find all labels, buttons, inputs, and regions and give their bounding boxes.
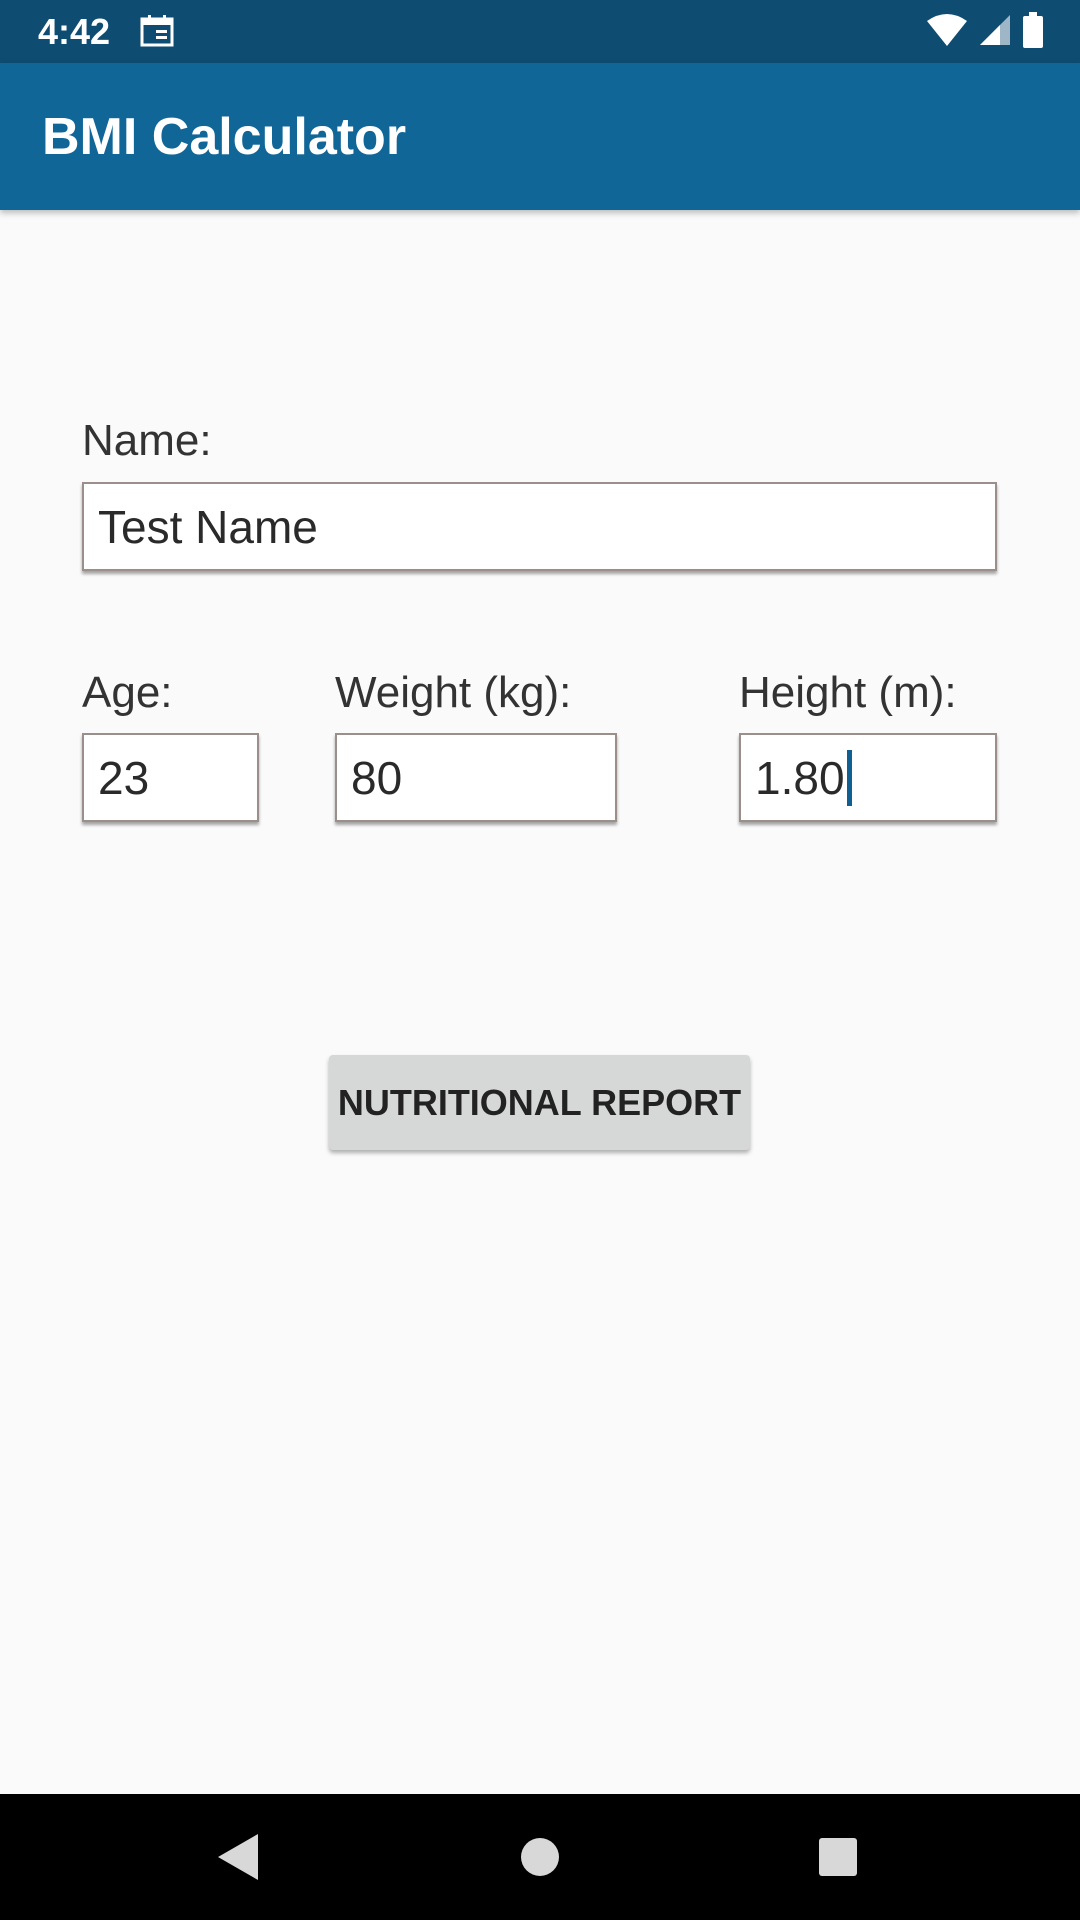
back-icon[interactable] [216, 1832, 260, 1887]
recents-icon[interactable] [818, 1832, 858, 1887]
nav-bar [0, 1794, 1080, 1920]
app-title: BMI Calculator [42, 108, 407, 166]
name-input-value: Test Name [98, 500, 318, 553]
home-icon[interactable] [520, 1832, 560, 1887]
weight-label: Weight (kg): [335, 668, 572, 717]
wifi-icon [926, 13, 968, 52]
signal-icon [978, 13, 1012, 52]
height-input[interactable]: 1.80 [739, 733, 997, 822]
height-label: Height (m): [739, 668, 957, 717]
age-input-value: 23 [98, 751, 150, 804]
nutritional-report-button[interactable]: NUTRITIONAL REPORT [329, 1055, 750, 1150]
height-input-value: 1.80 [755, 751, 845, 804]
app-bar: BMI Calculator [0, 63, 1080, 210]
battery-icon [1022, 12, 1044, 53]
name-label: Name: [82, 416, 212, 465]
age-label: Age: [82, 668, 173, 717]
calendar-icon [140, 14, 174, 53]
text-cursor [846, 749, 852, 806]
age-input[interactable]: 23 [82, 733, 259, 822]
status-time: 4:42 [38, 11, 111, 52]
weight-input-value: 80 [351, 751, 403, 804]
status-bar: 4:42 [0, 0, 1080, 63]
name-input[interactable]: Test Name [82, 482, 997, 571]
weight-input[interactable]: 80 [335, 733, 617, 822]
